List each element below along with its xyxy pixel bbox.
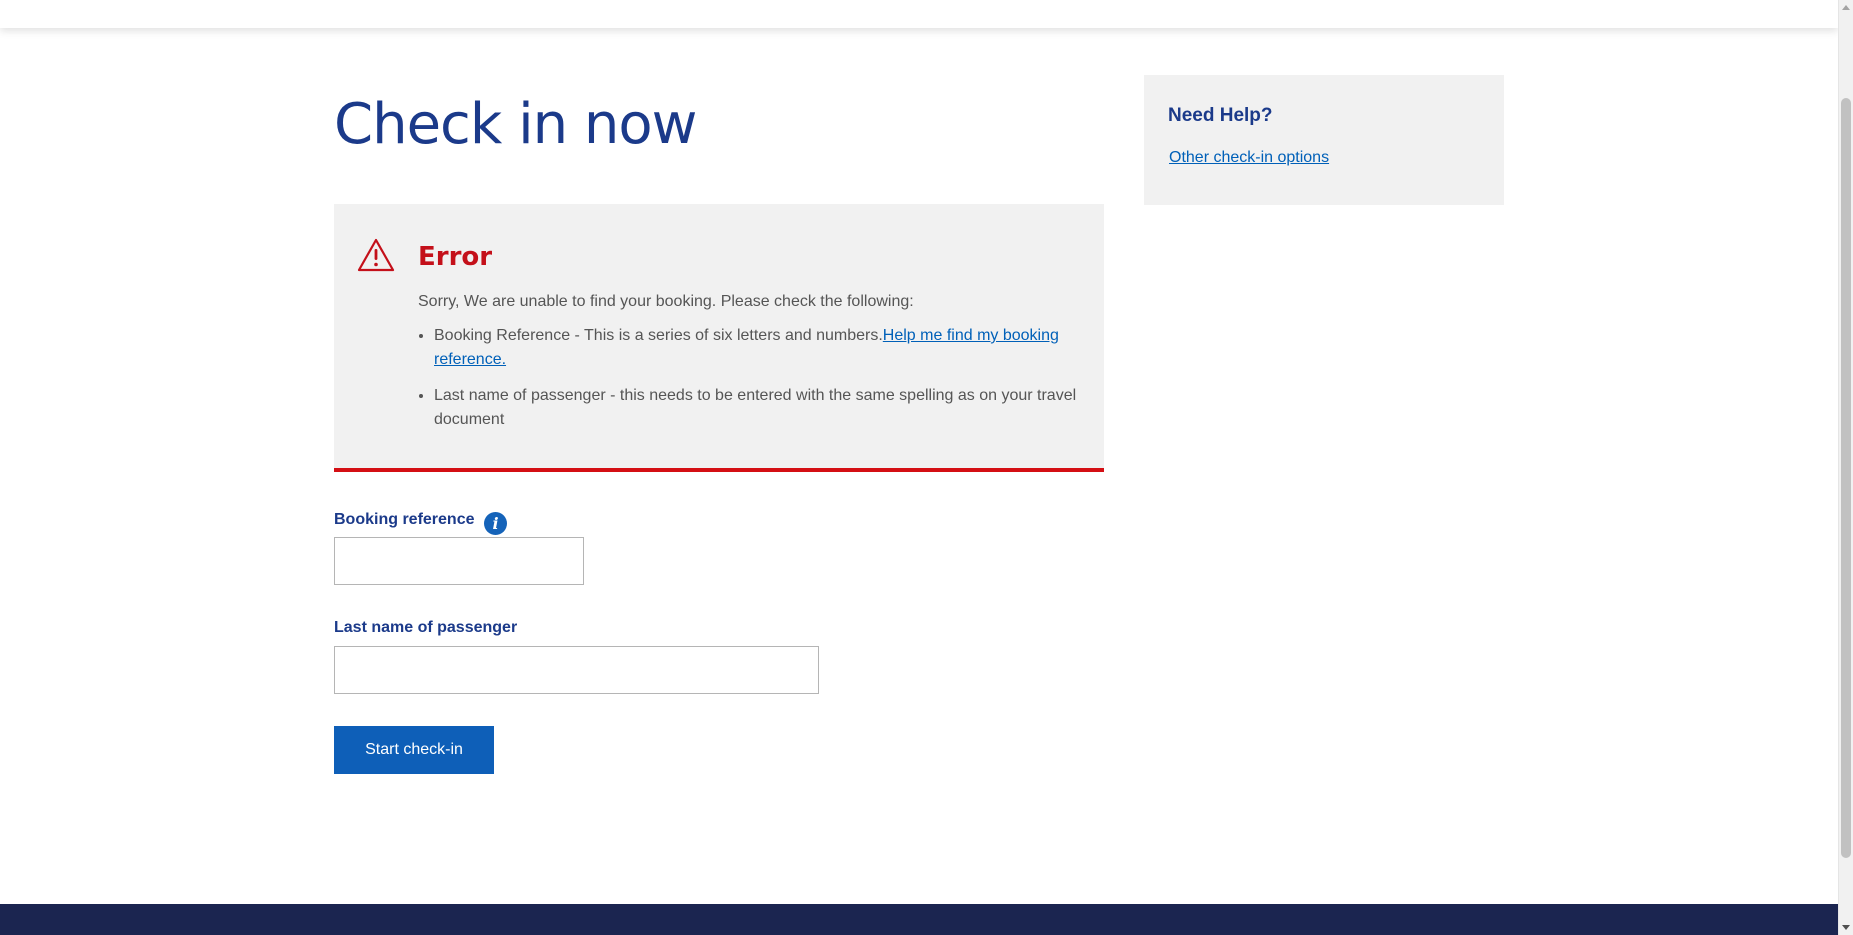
error-item-text: Last name of passenger - this needs to b… <box>434 387 1077 428</box>
scroll-up-arrow-icon[interactable] <box>1842 5 1850 10</box>
error-item-text: Booking Reference - This is a series of … <box>434 327 883 344</box>
help-title: Need Help? <box>1168 105 1273 126</box>
error-item-last-name: Last name of passenger - this needs to b… <box>434 384 1078 432</box>
site-header <box>0 0 1838 28</box>
scroll-down-arrow-icon[interactable] <box>1842 925 1850 930</box>
error-summary: Error Sorry, We are unable to find your … <box>334 204 1104 472</box>
booking-reference-label: Booking reference <box>334 511 475 528</box>
site-footer <box>0 904 1838 935</box>
error-heading: Error <box>418 242 493 272</box>
last-name-label: Last name of passenger <box>334 619 518 636</box>
scrollbar-thumb[interactable] <box>1841 98 1851 858</box>
other-check-in-options-link[interactable]: Other check-in options <box>1169 149 1329 167</box>
info-icon[interactable]: i <box>484 512 507 535</box>
last-name-input[interactable] <box>334 646 819 694</box>
start-check-in-button[interactable]: Start check-in <box>334 726 494 774</box>
error-list: Booking Reference - This is a series of … <box>418 324 1078 444</box>
page-scrollbar[interactable] <box>1838 0 1853 935</box>
error-item-booking-reference: Booking Reference - This is a series of … <box>434 324 1078 372</box>
help-panel: Need Help? Other check-in options <box>1144 75 1504 205</box>
error-intro: Sorry, We are unable to find your bookin… <box>418 293 914 310</box>
warning-triangle-icon <box>357 238 395 272</box>
page-title: Check in now <box>334 92 697 157</box>
booking-reference-input[interactable] <box>334 537 584 585</box>
